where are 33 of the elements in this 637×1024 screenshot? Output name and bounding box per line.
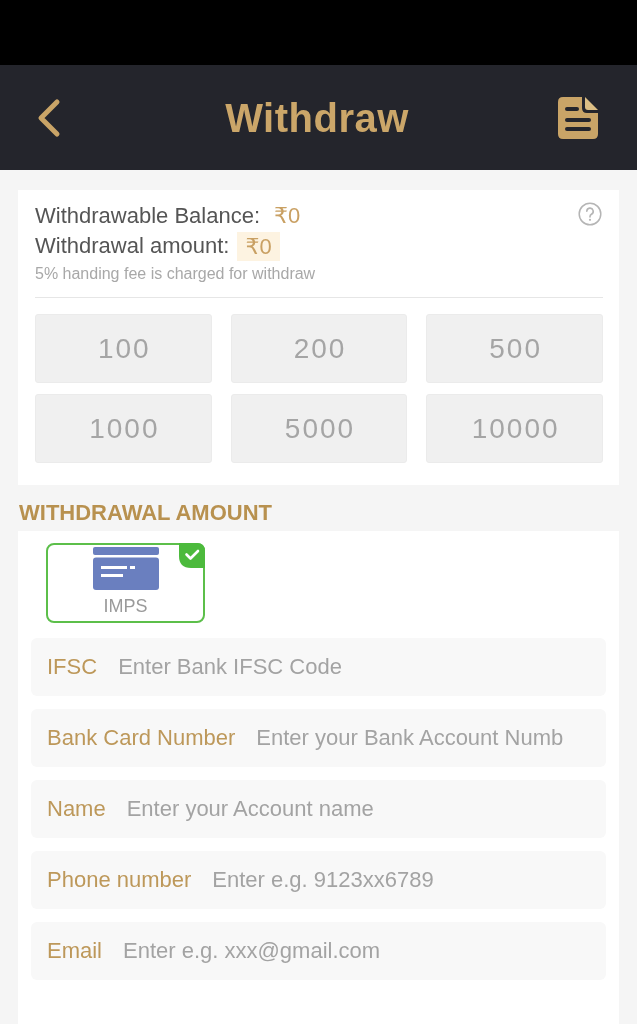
amount-value: ₹0 <box>237 231 280 261</box>
amount-option[interactable]: 200 <box>230 314 408 383</box>
input-field[interactable]: Bank Card Number Enter your Bank Account Numb <box>31 709 606 767</box>
text-input[interactable]: Enter Bank IFSC Code <box>118 652 594 682</box>
amount-option[interactable]: 500 <box>426 314 603 383</box>
field-label: IFSC <box>47 654 98 680</box>
amount-option[interactable]: 5000 <box>230 394 408 463</box>
text-input[interactable]: Enter your Account name <box>126 794 594 824</box>
field-label: Phone number <box>47 867 192 893</box>
check-icon <box>179 543 205 568</box>
amount-option[interactable]: 10000 <box>426 394 603 463</box>
field-label: Name <box>47 796 106 822</box>
chevron-left-icon[interactable] <box>36 97 61 138</box>
input-field[interactable]: Phone number Enter e.g. 9123xx6789 <box>31 851 606 909</box>
balance-label: Withdrawable Balance: <box>35 203 260 229</box>
amount-option[interactable]: 100 <box>35 314 212 383</box>
document-icon[interactable] <box>558 96 598 139</box>
amount-option[interactable]: 1000 <box>35 394 212 463</box>
field-label: Bank Card Number <box>47 725 236 751</box>
section-title: WITHDRAWAL AMOUNT <box>19 500 272 525</box>
text-input[interactable]: Enter your Bank Account Numb <box>256 723 594 753</box>
bank-card-icon <box>92 547 159 590</box>
input-field[interactable]: Name Enter your Account name <box>31 780 606 838</box>
input-field[interactable]: Email Enter e.g. xxx@gmail.com <box>31 922 606 980</box>
text-input[interactable]: Enter e.g. 9123xx6789 <box>212 865 594 895</box>
fee-note: 5% handing fee is charged for withdraw <box>35 264 316 284</box>
balance-value: ₹0 <box>274 203 301 229</box>
text-input[interactable]: Enter e.g. xxx@gmail.com <box>123 936 594 966</box>
amount-label: Withdrawal amount: <box>35 233 230 259</box>
payment-method-option[interactable]: IMPS <box>46 543 205 623</box>
input-field[interactable]: IFSC Enter Bank IFSC Code <box>31 638 606 696</box>
page-title: Withdraw <box>225 94 409 142</box>
field-label: Email <box>47 938 102 964</box>
